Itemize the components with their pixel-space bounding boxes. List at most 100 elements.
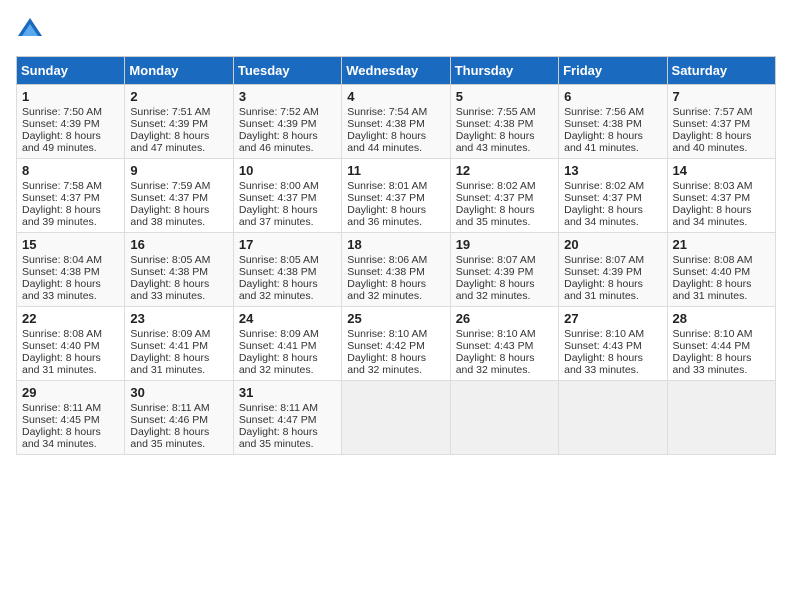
- cell-text-line: Sunrise: 7:50 AM: [22, 106, 119, 118]
- calendar-cell: 23Sunrise: 8:09 AMSunset: 4:41 PMDayligh…: [125, 307, 233, 381]
- calendar-cell: 4Sunrise: 7:54 AMSunset: 4:38 PMDaylight…: [342, 85, 450, 159]
- cell-text-line: Sunset: 4:41 PM: [130, 340, 227, 352]
- cell-text-line: Sunrise: 8:04 AM: [22, 254, 119, 266]
- cell-text-line: and 33 minutes.: [564, 364, 661, 376]
- cell-text-line: and 35 minutes.: [130, 438, 227, 450]
- cell-text-line: and 33 minutes.: [22, 290, 119, 302]
- cell-text-line: and 31 minutes.: [130, 364, 227, 376]
- cell-text-line: Sunset: 4:38 PM: [347, 266, 444, 278]
- calendar-header-monday: Monday: [125, 57, 233, 85]
- cell-text-line: Daylight: 8 hours: [347, 204, 444, 216]
- cell-text-line: Daylight: 8 hours: [347, 352, 444, 364]
- cell-text-line: Sunset: 4:44 PM: [673, 340, 770, 352]
- cell-text-line: Daylight: 8 hours: [456, 130, 553, 142]
- cell-text-line: and 44 minutes.: [347, 142, 444, 154]
- cell-text-line: Sunrise: 8:08 AM: [673, 254, 770, 266]
- cell-text-line: Sunrise: 8:09 AM: [239, 328, 336, 340]
- calendar-cell: [450, 381, 558, 455]
- day-number: 21: [673, 237, 770, 252]
- cell-text-line: Sunset: 4:39 PM: [22, 118, 119, 130]
- cell-text-line: Daylight: 8 hours: [673, 278, 770, 290]
- cell-text-line: Sunrise: 8:06 AM: [347, 254, 444, 266]
- cell-text-line: Sunset: 4:37 PM: [564, 192, 661, 204]
- cell-text-line: Sunrise: 8:07 AM: [564, 254, 661, 266]
- cell-text-line: Sunrise: 8:11 AM: [22, 402, 119, 414]
- cell-text-line: and 39 minutes.: [22, 216, 119, 228]
- calendar-header-tuesday: Tuesday: [233, 57, 341, 85]
- cell-text-line: and 41 minutes.: [564, 142, 661, 154]
- cell-text-line: Sunset: 4:37 PM: [130, 192, 227, 204]
- calendar-cell: 12Sunrise: 8:02 AMSunset: 4:37 PMDayligh…: [450, 159, 558, 233]
- calendar-cell: 31Sunrise: 8:11 AMSunset: 4:47 PMDayligh…: [233, 381, 341, 455]
- cell-text-line: and 31 minutes.: [673, 290, 770, 302]
- cell-text-line: Sunrise: 7:54 AM: [347, 106, 444, 118]
- cell-text-line: and 32 minutes.: [347, 290, 444, 302]
- cell-text-line: Sunrise: 7:58 AM: [22, 180, 119, 192]
- cell-text-line: Daylight: 8 hours: [239, 130, 336, 142]
- calendar-cell: 3Sunrise: 7:52 AMSunset: 4:39 PMDaylight…: [233, 85, 341, 159]
- calendar-cell: 18Sunrise: 8:06 AMSunset: 4:38 PMDayligh…: [342, 233, 450, 307]
- day-number: 3: [239, 89, 336, 104]
- cell-text-line: Sunrise: 8:05 AM: [130, 254, 227, 266]
- day-number: 24: [239, 311, 336, 326]
- day-number: 1: [22, 89, 119, 104]
- cell-text-line: Sunrise: 8:05 AM: [239, 254, 336, 266]
- cell-text-line: Daylight: 8 hours: [564, 204, 661, 216]
- calendar-cell: 22Sunrise: 8:08 AMSunset: 4:40 PMDayligh…: [17, 307, 125, 381]
- calendar-cell: 10Sunrise: 8:00 AMSunset: 4:37 PMDayligh…: [233, 159, 341, 233]
- cell-text-line: and 35 minutes.: [239, 438, 336, 450]
- cell-text-line: and 34 minutes.: [564, 216, 661, 228]
- cell-text-line: Sunset: 4:37 PM: [673, 118, 770, 130]
- cell-text-line: Daylight: 8 hours: [22, 278, 119, 290]
- cell-text-line: and 32 minutes.: [456, 364, 553, 376]
- calendar-header-friday: Friday: [559, 57, 667, 85]
- cell-text-line: Sunset: 4:38 PM: [456, 118, 553, 130]
- cell-text-line: Daylight: 8 hours: [130, 204, 227, 216]
- calendar-cell: 26Sunrise: 8:10 AMSunset: 4:43 PMDayligh…: [450, 307, 558, 381]
- calendar-cell: 25Sunrise: 8:10 AMSunset: 4:42 PMDayligh…: [342, 307, 450, 381]
- page-header: [16, 16, 776, 44]
- calendar-cell: 14Sunrise: 8:03 AMSunset: 4:37 PMDayligh…: [667, 159, 775, 233]
- cell-text-line: and 31 minutes.: [22, 364, 119, 376]
- calendar-cell: [342, 381, 450, 455]
- cell-text-line: Sunset: 4:39 PM: [130, 118, 227, 130]
- cell-text-line: Sunset: 4:38 PM: [22, 266, 119, 278]
- calendar-cell: 6Sunrise: 7:56 AMSunset: 4:38 PMDaylight…: [559, 85, 667, 159]
- cell-text-line: Daylight: 8 hours: [22, 204, 119, 216]
- day-number: 19: [456, 237, 553, 252]
- cell-text-line: Sunrise: 8:08 AM: [22, 328, 119, 340]
- cell-text-line: Sunrise: 8:10 AM: [347, 328, 444, 340]
- day-number: 7: [673, 89, 770, 104]
- cell-text-line: Sunset: 4:40 PM: [22, 340, 119, 352]
- day-number: 30: [130, 385, 227, 400]
- cell-text-line: and 32 minutes.: [347, 364, 444, 376]
- cell-text-line: Sunrise: 7:59 AM: [130, 180, 227, 192]
- cell-text-line: Daylight: 8 hours: [130, 426, 227, 438]
- day-number: 13: [564, 163, 661, 178]
- cell-text-line: Sunset: 4:38 PM: [564, 118, 661, 130]
- cell-text-line: and 46 minutes.: [239, 142, 336, 154]
- cell-text-line: Daylight: 8 hours: [456, 278, 553, 290]
- cell-text-line: and 40 minutes.: [673, 142, 770, 154]
- day-number: 14: [673, 163, 770, 178]
- day-number: 15: [22, 237, 119, 252]
- cell-text-line: and 33 minutes.: [130, 290, 227, 302]
- cell-text-line: Sunset: 4:39 PM: [239, 118, 336, 130]
- cell-text-line: Sunrise: 7:57 AM: [673, 106, 770, 118]
- day-number: 16: [130, 237, 227, 252]
- calendar-cell: 20Sunrise: 8:07 AMSunset: 4:39 PMDayligh…: [559, 233, 667, 307]
- cell-text-line: Daylight: 8 hours: [239, 204, 336, 216]
- cell-text-line: Daylight: 8 hours: [347, 278, 444, 290]
- calendar-week-row: 22Sunrise: 8:08 AMSunset: 4:40 PMDayligh…: [17, 307, 776, 381]
- calendar-cell: 8Sunrise: 7:58 AMSunset: 4:37 PMDaylight…: [17, 159, 125, 233]
- cell-text-line: Sunset: 4:43 PM: [456, 340, 553, 352]
- cell-text-line: Daylight: 8 hours: [130, 278, 227, 290]
- calendar-week-row: 8Sunrise: 7:58 AMSunset: 4:37 PMDaylight…: [17, 159, 776, 233]
- day-number: 9: [130, 163, 227, 178]
- calendar-cell: 7Sunrise: 7:57 AMSunset: 4:37 PMDaylight…: [667, 85, 775, 159]
- cell-text-line: Daylight: 8 hours: [239, 352, 336, 364]
- cell-text-line: Daylight: 8 hours: [239, 426, 336, 438]
- cell-text-line: and 34 minutes.: [22, 438, 119, 450]
- cell-text-line: Sunset: 4:47 PM: [239, 414, 336, 426]
- cell-text-line: Sunset: 4:39 PM: [456, 266, 553, 278]
